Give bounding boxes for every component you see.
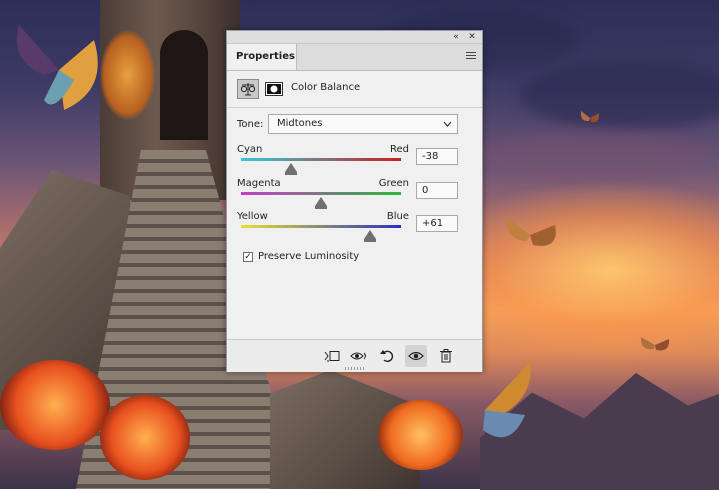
slider-track[interactable] xyxy=(241,158,401,161)
slider-thumb[interactable] xyxy=(315,197,327,206)
resize-grip[interactable] xyxy=(345,367,365,370)
reset-icon[interactable] xyxy=(376,345,398,367)
slider-right-label: Red xyxy=(390,144,409,155)
tone-dropdown[interactable]: Midtones xyxy=(268,114,458,134)
chevron-down-icon xyxy=(443,115,452,140)
view-previous-state-icon[interactable] xyxy=(348,345,370,367)
visibility-eye-icon[interactable] xyxy=(405,345,427,367)
orange-flower xyxy=(100,395,190,480)
adjustment-title: Color Balance xyxy=(291,82,361,93)
slider-track[interactable] xyxy=(241,225,401,228)
slider-left-label: Magenta xyxy=(237,178,281,189)
slider-thumb-base xyxy=(284,172,297,175)
preserve-luminosity-checkbox[interactable]: ✓ xyxy=(243,252,253,262)
panel-tab-row: Properties xyxy=(227,44,482,71)
trash-icon[interactable] xyxy=(435,345,457,367)
close-panel-button[interactable]: ✕ xyxy=(466,31,478,43)
orange-flower xyxy=(378,400,463,470)
preserve-luminosity-label: Preserve Luminosity xyxy=(258,251,360,262)
butterfly-icon xyxy=(506,217,556,246)
panel-menu-icon[interactable] xyxy=(466,52,476,62)
slider-thumb-base xyxy=(315,206,327,209)
slider-track[interactable] xyxy=(241,192,401,195)
magenta-green-slider-group: Magenta Green 0 xyxy=(237,178,477,212)
tab-properties[interactable]: Properties xyxy=(227,44,297,70)
yellow-blue-slider-group: Yellow Blue +61 xyxy=(237,211,477,245)
butterfly-icon xyxy=(483,362,531,438)
slider-left-label: Yellow xyxy=(237,211,268,222)
adjustment-header: Color Balance xyxy=(227,71,482,108)
cloud xyxy=(470,130,710,180)
properties-panel: « ✕ Properties Color Balance Tone: Midto… xyxy=(226,30,483,372)
butterfly-icon xyxy=(580,111,600,123)
tower-doorway xyxy=(160,30,208,140)
layer-mask-icon[interactable] xyxy=(265,80,283,98)
cloud xyxy=(520,60,719,130)
slider-thumb[interactable] xyxy=(363,230,376,239)
slider-right-label: Blue xyxy=(386,211,409,222)
slider-right-label: Green xyxy=(378,178,409,189)
balance-scale-icon[interactable] xyxy=(237,79,259,99)
collapse-panel-button[interactable]: « xyxy=(450,31,462,43)
butterfly-icon xyxy=(640,337,670,351)
cyan-red-value-field[interactable]: -38 xyxy=(416,148,458,165)
orange-flower xyxy=(100,30,155,120)
slider-left-label: Cyan xyxy=(237,144,263,155)
magenta-green-value-field[interactable]: 0 xyxy=(416,182,458,199)
slider-thumb[interactable] xyxy=(284,163,297,172)
tone-label: Tone: xyxy=(237,119,264,130)
cyan-red-slider-group: Cyan Red -38 xyxy=(237,144,477,178)
clip-to-layer-icon[interactable] xyxy=(321,345,343,367)
panel-titlebar[interactable]: « ✕ xyxy=(227,31,482,44)
yellow-blue-value-field[interactable]: +61 xyxy=(416,215,458,232)
orange-flower xyxy=(0,360,110,450)
butterfly-icon xyxy=(16,25,98,110)
tone-dropdown-value: Midtones xyxy=(277,118,323,129)
slider-thumb-base xyxy=(363,239,376,242)
